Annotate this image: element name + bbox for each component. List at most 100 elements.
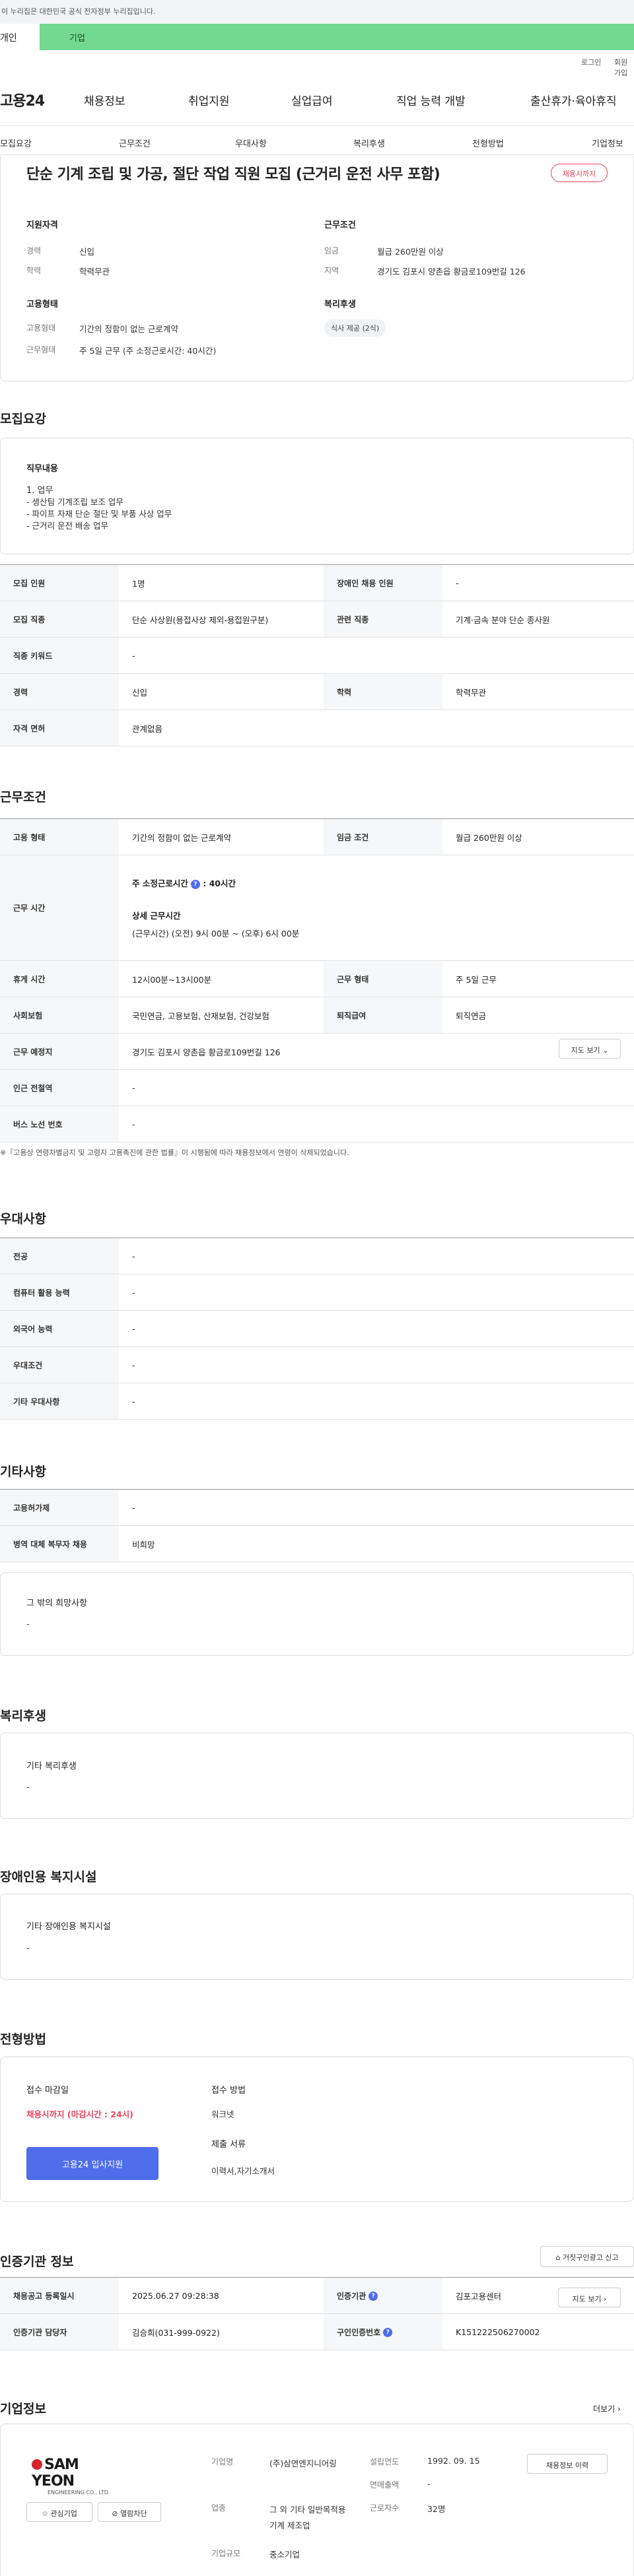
help-icon[interactable]: ? bbox=[190, 879, 200, 889]
sales-value: - bbox=[427, 2479, 431, 2489]
tab-personal[interactable]: 개인 bbox=[0, 24, 40, 50]
disability-box bbox=[0, 1894, 634, 1980]
site-logo[interactable]: 고용24 bbox=[0, 89, 45, 110]
block-label: 열람차단 bbox=[120, 2509, 147, 2518]
duty-heading: 직무내용 bbox=[26, 464, 58, 474]
cell-label: 외국어 능력 bbox=[0, 1310, 119, 1347]
cell-label: 병역 대체 복무자 채용 bbox=[0, 1525, 119, 1562]
employees-label: 근로자수 bbox=[370, 2503, 400, 2513]
cell-label: 관련 직종 bbox=[324, 601, 442, 638]
cell-value: - bbox=[119, 1310, 634, 1347]
more-link[interactable]: 더보기 › bbox=[593, 2403, 621, 2414]
edu-value: 학력무관 bbox=[79, 267, 110, 277]
conditions-table: 고용 형태 기간의 정함이 없는 근로계약 임금 조건 월급 260만원 이상 근무 … bbox=[0, 818, 634, 1142]
table-row: 외국어 능력 - bbox=[0, 1310, 634, 1347]
cell-label: 모집 직종 bbox=[0, 601, 119, 638]
cell-label: 모집 인원 bbox=[0, 564, 119, 601]
duty-line: 1. 업무 bbox=[26, 486, 53, 496]
join-link[interactable]: 회원가입 bbox=[614, 57, 634, 78]
nav-unemployment-benefit[interactable]: 실업급여 bbox=[291, 92, 333, 108]
report-button[interactable]: ⌂ 거짓구인광고 신고 bbox=[540, 2246, 634, 2267]
cell-label: 장애인 채용 인원 bbox=[324, 564, 442, 601]
map-button[interactable]: 지도 보기 ⌄ bbox=[559, 1039, 621, 1059]
tab-recruit[interactable]: 모집요강 bbox=[0, 137, 32, 149]
cell-label: 채용공고 등록일시 bbox=[0, 2277, 119, 2314]
table-row: 고용허가제 - bbox=[0, 1489, 634, 1526]
tab-welfare[interactable]: 복리후생 bbox=[353, 137, 385, 149]
company-logo: SAM YEON ENGINEERING CO., LTD. bbox=[32, 2457, 118, 2495]
method-value: 워크넷 bbox=[211, 2109, 234, 2119]
cell-label: 컴퓨터 활용 능력 bbox=[0, 1274, 119, 1311]
cert-heading: 인증기관 정보 bbox=[0, 2255, 74, 2269]
table-row: 우대조건 - bbox=[0, 1346, 634, 1383]
age-notice: ※『고용상 연령차별금지 및 고령자 고용촉진에 관한 법률』이 시행됨에 따라… bbox=[0, 1148, 349, 1157]
preferences-table: 전공 - 컴퓨터 활용 능력 - 외국어 능력 - 우대조건 - 기타 우대사항 - bbox=[0, 1238, 634, 1420]
exp-value: 신입 bbox=[79, 247, 95, 257]
cell-value: - bbox=[119, 1069, 634, 1106]
apply-button[interactable]: 고용24 입사지원 bbox=[26, 2147, 158, 2180]
cell-value: 김승희(031-999-0922) bbox=[119, 2313, 324, 2350]
detail-hours-label: 상세 근무시간 bbox=[132, 911, 181, 921]
tab-process[interactable]: 전형방법 bbox=[472, 137, 504, 149]
cell-value: 비희망 bbox=[119, 1525, 634, 1562]
cell-label: 퇴직급여 bbox=[324, 997, 442, 1034]
login-link[interactable]: 로그인 bbox=[581, 57, 601, 67]
cell-value: 기계·금속 분야 단순 종사원 bbox=[442, 601, 634, 638]
etc-table: 고용허가제 - 병역 대체 복무자 채용 비희망 bbox=[0, 1489, 634, 1562]
duty-line: - 파이프 자재 단순 절단 및 부품 사상 업무 bbox=[26, 509, 172, 519]
cell-label: 고용 형태 bbox=[0, 818, 119, 855]
employees-value: 32명 bbox=[427, 2504, 446, 2514]
table-row: 병역 대체 복무자 채용 비희망 bbox=[0, 1525, 634, 1562]
tab-preferences[interactable]: 우대사항 bbox=[235, 137, 267, 149]
table-row: 직종 키워드 - bbox=[0, 637, 634, 674]
table-row: 고용 형태 기간의 정함이 없는 근로계약 임금 조건 월급 260만원 이상 bbox=[0, 818, 634, 855]
work-time-cell: 주 소정근로시간? : 40시간 상세 근무시간 (근무시간) (오전) 9시 … bbox=[119, 855, 634, 961]
cell-value: 주 5일 근무 bbox=[442, 960, 634, 997]
company-logo-text: SAM YEON bbox=[32, 2457, 118, 2490]
cell-label: 인증기관? bbox=[324, 2277, 442, 2314]
cell-label: 버스 노선 번호 bbox=[0, 1106, 119, 1142]
worktype-value: 주 5일 근무 (주 소정근로시간: 40시간) bbox=[79, 346, 217, 356]
cell-label: 인근 전철역 bbox=[0, 1069, 119, 1106]
table-row: 전공 - bbox=[0, 1238, 634, 1274]
job-history-button[interactable]: 채용정보 이력 bbox=[527, 2454, 608, 2474]
table-row: 경력 신입 학력 학력무관 bbox=[0, 673, 634, 710]
cell-value: 퇴직연금 bbox=[442, 997, 634, 1034]
cell-value: 1명 bbox=[119, 564, 324, 601]
cell-value: 학력무관 bbox=[442, 673, 634, 710]
help-icon[interactable]: ? bbox=[383, 2328, 393, 2337]
cell-label: 인증기관 담당자 bbox=[0, 2313, 119, 2350]
cert-number-label: 구인인증번호 bbox=[337, 2327, 381, 2337]
cell-value: 국민연금, 고용보험, 산재보험, 건강보험 bbox=[119, 997, 324, 1034]
nav-job-training[interactable]: 직업 능력 개발 bbox=[396, 92, 466, 108]
table-row: 버스 노선 번호 - bbox=[0, 1106, 634, 1142]
cell-label: 근무 형태 bbox=[324, 960, 442, 997]
cell-value: - bbox=[119, 1274, 634, 1311]
cell-label: 기타 우대사항 bbox=[0, 1383, 119, 1420]
etc-box-value: - bbox=[26, 1619, 30, 1629]
worktype-label: 근무형태 bbox=[26, 345, 56, 354]
exp-label: 경력 bbox=[26, 246, 42, 255]
cert-map-button[interactable]: 지도 보기 › bbox=[558, 2288, 621, 2307]
table-row: 모집 직종 단순 사상원(용접사상 제외-용접원구분) 관련 직종 기계·금속 분야 … bbox=[0, 601, 634, 638]
nav-parental-leave[interactable]: 출산휴가·육아휴직 bbox=[530, 92, 617, 108]
tab-company[interactable]: 기업정보 bbox=[592, 137, 623, 149]
block-view-button[interactable]: ⊘ 열람차단 bbox=[98, 2502, 161, 2522]
favorite-company-button[interactable]: ☆ 관심기업 bbox=[26, 2502, 92, 2522]
company-card bbox=[0, 2424, 634, 2576]
tab-company[interactable]: 기업 bbox=[69, 31, 85, 44]
cell-value: - bbox=[119, 1238, 634, 1274]
nav-employment-support[interactable]: 취업지원 bbox=[188, 92, 230, 108]
cell-value: - bbox=[119, 1106, 634, 1142]
cell-value: 12시00분~13시00분 bbox=[119, 960, 324, 997]
help-icon[interactable]: ? bbox=[369, 2292, 378, 2301]
page-title: 단순 기계 조립 및 가공, 절단 작업 직원 모집 (근거리 운전 사무 포함… bbox=[26, 166, 440, 183]
gov-banner: 이 누리집은 대한민국 공식 전자정부 누리집입니다. bbox=[0, 0, 634, 24]
report-button-label: 거짓구인광고 신고 bbox=[563, 2253, 619, 2262]
cell-label: 자격 면허 bbox=[0, 710, 119, 746]
nav-jobs[interactable]: 채용정보 bbox=[84, 92, 125, 108]
cell-label: 전공 bbox=[0, 1238, 119, 1274]
table-row: 기타 우대사항 - bbox=[0, 1383, 634, 1420]
cell-value: - bbox=[442, 564, 634, 601]
tab-conditions[interactable]: 근무조건 bbox=[119, 137, 151, 149]
